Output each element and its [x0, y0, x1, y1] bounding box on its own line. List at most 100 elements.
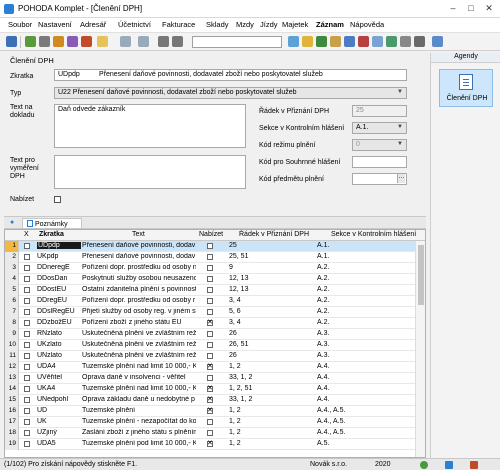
edit-icon[interactable]: [97, 36, 108, 47]
menu-napoveda[interactable]: Nápověda: [350, 20, 384, 29]
sync-icon[interactable]: [445, 461, 453, 469]
cell-nabizet-checkbox[interactable]: [207, 375, 213, 381]
table-row[interactable]: 19 UDA5 Tuzemské plnění pod limit 10 000,-…: [5, 439, 415, 450]
table-row[interactable]: 6 DDregEU Pořízení dopr. prostředku od oso…: [5, 296, 415, 307]
table-row[interactable]: 18 UZjiný Zaslání zboží z jiného státu s p…: [5, 428, 415, 439]
table-row[interactable]: 13 UVěřitel Oprava daně v insolvenci - věř…: [5, 373, 415, 384]
row-select-checkbox[interactable]: [24, 353, 30, 359]
menu-majetek[interactable]: Majetek: [282, 20, 308, 29]
row-select-checkbox[interactable]: [24, 441, 30, 447]
row-select-checkbox[interactable]: [24, 243, 30, 249]
menu-sklady[interactable]: Sklady: [206, 20, 229, 29]
save-icon[interactable]: [158, 36, 169, 47]
col-x[interactable]: X: [24, 231, 29, 238]
row-select-checkbox[interactable]: [24, 287, 30, 293]
cell-nabizet-checkbox[interactable]: [207, 342, 213, 348]
print-icon[interactable]: [39, 36, 50, 47]
rezim-select[interactable]: 0 ▼: [352, 139, 407, 151]
menu-nastaveni[interactable]: Nastavení: [38, 20, 72, 29]
cell-nabizet-checkbox[interactable]: [207, 439, 213, 447]
table-scrollbar[interactable]: [415, 241, 425, 457]
text-vymereni-textarea[interactable]: [54, 155, 246, 189]
table-row[interactable]: 8 DDzbožEU Pořízení zboží z jiného státu E…: [5, 318, 415, 329]
table-row[interactable]: 14 UKA4 Tuzemské plnění nad limit 10 000,-…: [5, 384, 415, 395]
delete-icon[interactable]: [81, 36, 92, 47]
col-text[interactable]: Text: [132, 231, 145, 238]
refresh-icon[interactable]: [25, 36, 36, 47]
new-record-icon[interactable]: [6, 36, 17, 47]
menu-ucetnictvi[interactable]: Účetnictví: [118, 20, 151, 29]
table-row[interactable]: 16 UD Tuzemské plnění 1, 2 A.4., A.5.: [5, 406, 415, 417]
menu-mzdy[interactable]: Mzdy: [236, 20, 254, 29]
columns-icon[interactable]: [400, 36, 411, 47]
table-row[interactable]: 3 DDneregE Pořízení dopr. prostředku od os…: [5, 263, 415, 274]
table-row[interactable]: 7 DDslRegEU Přijetí služby od osoby reg. v…: [5, 307, 415, 318]
folder-icon[interactable]: [330, 36, 341, 47]
menu-fakturace[interactable]: Fakturace: [162, 20, 195, 29]
export-icon[interactable]: [53, 36, 64, 47]
row-select-checkbox[interactable]: [24, 254, 30, 260]
scroll-thumb[interactable]: [418, 245, 424, 305]
cell-nabizet-checkbox[interactable]: [207, 419, 213, 425]
menu-jizdy[interactable]: Jízdy: [260, 20, 278, 29]
cell-nabizet-checkbox[interactable]: [207, 353, 213, 359]
table-row[interactable]: 9 RNzlato Uskutečněná plnění ve zvláštním …: [5, 329, 415, 340]
minimize-icon[interactable]: –: [446, 2, 460, 14]
table-row[interactable]: 11 UNzlato Uskutečněná plnění ve zvláštním…: [5, 351, 415, 362]
table-row[interactable]: 15 UNedpohl Oprava základu daně u nedobytn…: [5, 395, 415, 406]
cancel-icon[interactable]: [172, 36, 183, 47]
col-sekce[interactable]: Sekce v Kontrolním hlášení: [331, 231, 416, 238]
cell-nabizet-checkbox[interactable]: [207, 430, 213, 436]
menu-soubor[interactable]: Soubor: [8, 20, 32, 29]
row-select-checkbox[interactable]: [24, 265, 30, 271]
text-doklad-textarea[interactable]: Daň odvede zákazník: [54, 104, 246, 148]
tab-poznamky[interactable]: Poznámky: [22, 218, 82, 229]
close-icon[interactable]: ✕: [482, 2, 496, 14]
quick-search-combo[interactable]: [192, 36, 282, 48]
cell-nabizet-checkbox[interactable]: [207, 298, 213, 304]
sort-icon[interactable]: [386, 36, 397, 47]
row-select-checkbox[interactable]: [24, 430, 30, 436]
row-select-checkbox[interactable]: [24, 386, 30, 392]
cell-nabizet-checkbox[interactable]: [207, 243, 213, 249]
predmet-field[interactable]: …: [352, 173, 407, 185]
table-row[interactable]: 10 UKzlato Uskutečněná plnění ve zvláštním…: [5, 340, 415, 351]
cell-nabizet-checkbox[interactable]: [207, 406, 213, 414]
more-icon[interactable]: …: [397, 174, 405, 183]
row-select-checkbox[interactable]: [24, 375, 30, 381]
row-select-checkbox[interactable]: [24, 331, 30, 337]
row-select-checkbox[interactable]: [24, 364, 30, 370]
row-select-checkbox[interactable]: [24, 342, 30, 348]
cell-nabizet-checkbox[interactable]: [207, 287, 213, 293]
report-icon[interactable]: [344, 36, 355, 47]
maximize-icon[interactable]: □: [464, 2, 478, 14]
sekce-select[interactable]: A.1. ▼: [352, 122, 407, 134]
row-select-checkbox[interactable]: [24, 397, 30, 403]
row-select-checkbox[interactable]: [24, 419, 30, 425]
row-select-checkbox[interactable]: [24, 298, 30, 304]
tools-icon[interactable]: [414, 36, 425, 47]
menu-zaznam[interactable]: Záznam: [316, 20, 344, 29]
col-radek[interactable]: Řádek v Přiznání DPH: [239, 231, 309, 238]
cell-nabizet-checkbox[interactable]: [207, 254, 213, 260]
cell-nabizet-checkbox[interactable]: [207, 318, 213, 326]
agendy-item-cleneni-dph[interactable]: Členění DPH: [439, 69, 493, 107]
help-icon[interactable]: [432, 36, 443, 47]
isdoc-icon[interactable]: [372, 36, 383, 47]
select-icon[interactable]: [316, 36, 327, 47]
table-row[interactable]: 5 DDostEU Ostatní zdanitelná plnění s povi…: [5, 285, 415, 296]
table-row[interactable]: 1 UDpdp Přenesení daňové povinnosti, dodav…: [5, 241, 415, 252]
souhrnne-field[interactable]: [352, 156, 407, 168]
zkratka-field[interactable]: UDpdp Přenesení daňové povinnosti, dodav…: [54, 69, 407, 81]
row-select-checkbox[interactable]: [24, 320, 30, 326]
forward-icon[interactable]: [138, 36, 149, 47]
row-select-checkbox[interactable]: [24, 408, 30, 414]
cell-nabizet-checkbox[interactable]: [207, 309, 213, 315]
filter-icon[interactable]: [288, 36, 299, 47]
alert-icon[interactable]: [470, 461, 478, 469]
cell-nabizet-checkbox[interactable]: [207, 276, 213, 282]
cell-nabizet-checkbox[interactable]: [207, 331, 213, 337]
nabizet-checkbox[interactable]: [54, 196, 61, 203]
cell-nabizet-checkbox[interactable]: [207, 384, 213, 392]
cell-nabizet-checkbox[interactable]: [207, 395, 213, 403]
